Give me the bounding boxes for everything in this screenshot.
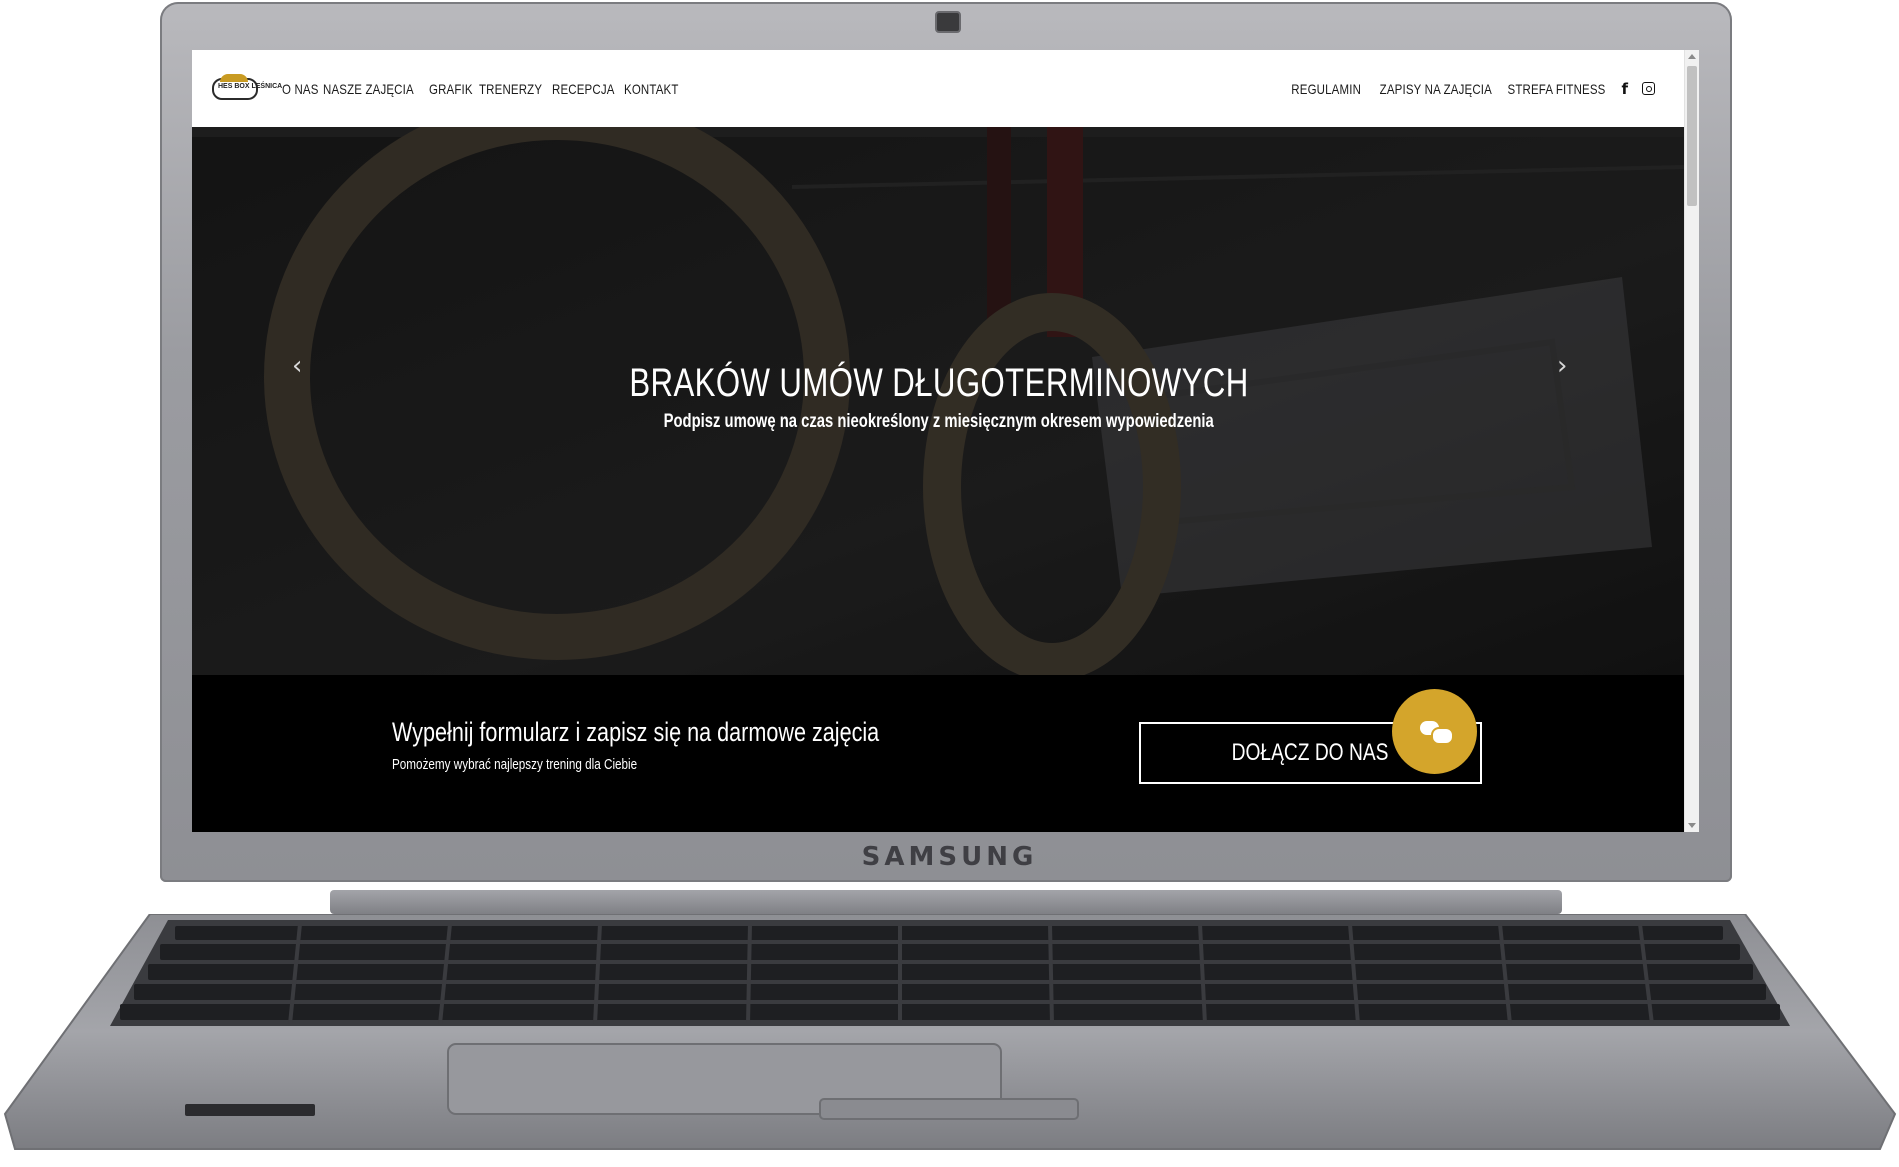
- nav-item-recepcja[interactable]: RECEPCJA: [552, 81, 615, 97]
- cta-subtitle: Pomożemy wybrać najlepszy trening dla Ci…: [392, 756, 638, 773]
- logo-text: HES BOX LEŚNICA: [218, 83, 283, 90]
- site-navbar: HES BOX LEŚNICA O NAS NASZE ZAJĘCIA GRAF…: [192, 50, 1685, 127]
- laptop-base: [0, 914, 1899, 1164]
- nav-item-nasze-zajecia[interactable]: NASZE ZAJĘCIA: [323, 81, 414, 97]
- webcam-icon: [935, 11, 961, 33]
- site-logo[interactable]: HES BOX LEŚNICA: [212, 74, 282, 100]
- nav-item-strefa-fitness[interactable]: STREFA FITNESS: [1507, 81, 1605, 97]
- laptop-brand-label: SAMSUNG: [861, 842, 1038, 872]
- chat-button[interactable]: [1392, 689, 1477, 774]
- nav-item-grafik[interactable]: GRAFIK: [429, 81, 473, 97]
- page-scrollbar[interactable]: [1684, 50, 1699, 832]
- laptop-mockup: HES BOX LEŚNICA O NAS NASZE ZAJĘCIA GRAF…: [0, 0, 1899, 1167]
- nav-item-trenerzy[interactable]: TRENERZY: [479, 81, 542, 97]
- chat-bubbles-icon: [1419, 720, 1454, 745]
- facebook-icon[interactable]: f: [1621, 80, 1628, 98]
- scroll-thumb[interactable]: [1687, 66, 1697, 206]
- social-links: f: [1621, 80, 1655, 98]
- scroll-down-icon[interactable]: [1688, 823, 1696, 828]
- hero-subtitle: Podpisz umowę na czas nieokreślony z mie…: [663, 411, 1214, 432]
- instagram-icon[interactable]: [1642, 82, 1655, 95]
- hero-title: BRAKÓW UMÓW DŁUGOTERMINOWYCH: [628, 361, 1249, 405]
- nav-item-zapisy[interactable]: ZAPISY NA ZAJĘCIA: [1380, 81, 1492, 97]
- cta-title: Wypełnij formularz i zapisz się na darmo…: [392, 717, 880, 747]
- laptop-hinge: [330, 890, 1562, 914]
- main-menu: O NAS NASZE ZAJĘCIA GRAFIK TRENERZY RECE…: [282, 50, 686, 127]
- nav-item-kontakt[interactable]: KONTAKT: [624, 81, 679, 97]
- hero-slider: ‹ › BRAKÓW UMÓW DŁUGOTERMINOWYCH Podpisz…: [192, 127, 1685, 675]
- scroll-up-icon[interactable]: [1688, 54, 1696, 59]
- nav-item-o-nas[interactable]: O NAS: [282, 81, 319, 97]
- secondary-menu: REGULAMIN ZAPISY NA ZAJĘCIA STREFA FITNE…: [1282, 50, 1655, 127]
- nav-item-regulamin[interactable]: REGULAMIN: [1291, 81, 1361, 97]
